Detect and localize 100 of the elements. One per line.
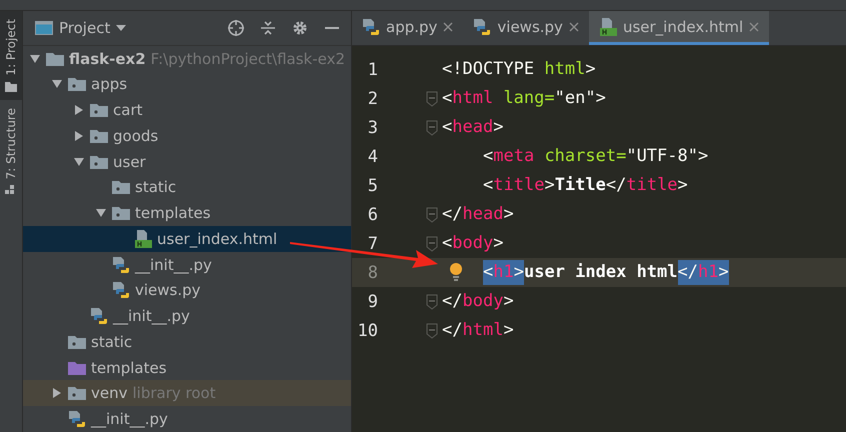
window-icon — [35, 20, 53, 35]
code-token: body — [452, 232, 494, 255]
python-file-icon — [68, 410, 86, 428]
code-token: > — [493, 116, 504, 139]
tool-window-button[interactable]: 7: Structure — [0, 100, 22, 203]
tree-item[interactable]: user — [23, 148, 351, 174]
code-token: < — [442, 232, 452, 255]
line-number: 4 — [366, 146, 378, 166]
python-file-icon — [362, 18, 380, 36]
tree-item[interactable]: templates — [23, 200, 351, 226]
folder-icon — [68, 386, 86, 400]
tree-item-hint: F:\pythonProject\flask-ex2 — [150, 50, 346, 68]
code-token: html — [544, 58, 586, 81]
tree-item-hint: library root — [132, 384, 216, 402]
collapsed-arrow-icon[interactable] — [73, 130, 85, 142]
python-file-icon — [112, 281, 130, 300]
tree-item-label: views.py — [135, 281, 201, 300]
lightbulb-icon[interactable] — [448, 262, 464, 282]
expanded-arrow-icon[interactable] — [29, 52, 41, 65]
code-token: meta — [493, 145, 536, 168]
tree-item[interactable]: __init__.py — [23, 406, 351, 432]
code-token: lang= — [503, 87, 555, 110]
tree-item-label: templates — [91, 358, 167, 377]
tree-item[interactable]: views.py — [23, 277, 351, 304]
tree-item[interactable]: __init__.py — [23, 303, 351, 329]
tree-item[interactable]: __init__.py — [23, 252, 351, 278]
tree-item-label: templates — [135, 204, 211, 222]
fold-marker-icon[interactable] — [426, 294, 438, 310]
line-number: 3 — [366, 118, 378, 138]
collapsed-arrow-icon[interactable] — [51, 387, 63, 400]
tree-item[interactable]: templates — [23, 354, 351, 380]
code-token: body — [462, 290, 504, 313]
project-view-dropdown[interactable]: Project — [35, 18, 126, 37]
code-token: > — [678, 174, 688, 197]
tree-item-label: venv — [91, 384, 128, 402]
fold-marker-icon[interactable] — [426, 322, 438, 338]
fold-marker-icon[interactable] — [426, 206, 438, 222]
python-file-icon — [112, 256, 130, 274]
tree-item-label: goods — [113, 126, 158, 145]
tree-item[interactable]: cart — [23, 97, 351, 123]
code-token: head — [462, 203, 504, 226]
tree-item-label: __init__.py — [113, 307, 190, 326]
tree-item[interactable]: apps — [23, 71, 351, 98]
line-number: 8 — [366, 262, 378, 282]
editor-tab[interactable]: app.py — [352, 11, 464, 45]
editor-tab[interactable]: views.py — [463, 11, 589, 45]
expanded-arrow-icon[interactable] — [51, 78, 63, 90]
code-token: > — [585, 58, 596, 81]
line-number: 10 — [356, 320, 378, 340]
folder-icon — [68, 77, 86, 92]
code-token: html — [462, 319, 504, 342]
line-number: 1 — [366, 60, 378, 80]
fold-marker-icon[interactable] — [426, 120, 438, 136]
structure-icon — [5, 184, 17, 195]
close-icon[interactable] — [443, 22, 454, 32]
folder-icon — [112, 206, 130, 220]
code-token: </ — [442, 203, 462, 226]
editor-tab[interactable]: user_index.html — [588, 11, 770, 45]
folder-icon — [90, 103, 108, 118]
tree-item[interactable]: static — [23, 328, 351, 355]
html-file-icon — [134, 230, 152, 248]
code-token: charset= — [544, 145, 626, 168]
tree-item-label: static — [91, 332, 132, 351]
tree-item-label: user — [113, 152, 146, 171]
line-number: 9 — [366, 292, 378, 312]
expanded-arrow-icon[interactable] — [73, 156, 85, 168]
folder-icon — [68, 334, 86, 349]
tree-item[interactable]: goods — [23, 122, 351, 149]
code-token: < — [442, 116, 452, 139]
collapsed-arrow-icon[interactable] — [73, 104, 85, 116]
tool-window-button[interactable]: 1: Project — [0, 11, 22, 100]
folder-icon — [46, 52, 64, 66]
code-token: </ — [442, 290, 462, 313]
code-token: > — [503, 290, 514, 313]
code-token: < — [483, 174, 494, 197]
line-number: 5 — [366, 176, 378, 196]
folder-icon — [90, 154, 108, 169]
code-token: > — [718, 260, 729, 285]
fold-marker-icon[interactable] — [426, 236, 438, 252]
code-token: > — [514, 260, 524, 285]
tree-item-label: __init__.py — [91, 410, 168, 428]
expanded-arrow-icon[interactable] — [95, 207, 107, 220]
tree-item[interactable]: static — [23, 174, 351, 200]
code-token: > — [503, 319, 514, 342]
tree-item-label: static — [135, 178, 176, 196]
python-file-icon — [473, 18, 492, 36]
tree-item-label: user_index.html — [157, 230, 278, 248]
tree-item-label: flask-ex2 — [69, 50, 146, 68]
code-token: title — [493, 174, 544, 197]
template-folder-icon — [68, 360, 86, 375]
tree-item[interactable]: user_index.html — [23, 226, 351, 252]
html-file-icon — [598, 18, 617, 36]
fold-marker-icon[interactable] — [426, 90, 438, 106]
python-file-icon — [90, 307, 108, 326]
tree-item[interactable]: venv library root — [23, 380, 351, 406]
tree-item[interactable]: flask-ex2 F:\pythonProject\flask-ex2 — [23, 46, 351, 72]
caret-icon — [116, 24, 126, 31]
folder-icon — [5, 82, 17, 92]
close-icon[interactable] — [568, 22, 579, 32]
code-token: title — [626, 174, 678, 197]
